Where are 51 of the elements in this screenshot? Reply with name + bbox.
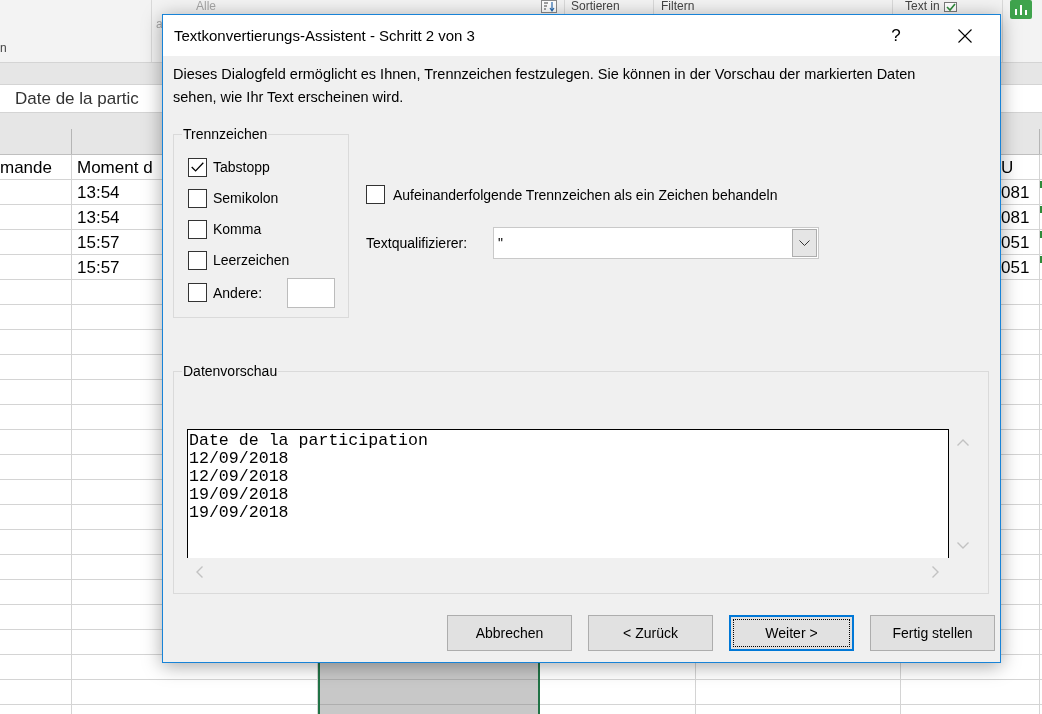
checkbox-label[interactable]: Leerzeichen: [213, 252, 290, 268]
description-text: Dieses Dialogfeld ermöglicht es Ihnen, Trennzeichen festzulegen. Sie können in der Vorschau der markierten Daten sehen, wie Ihr Text erscheinen wird.: [173, 65, 917, 107]
checkbox-label[interactable]: Andere:: [213, 284, 263, 301]
cell-value: 051: [1001, 257, 1030, 278]
checkbox[interactable]: [188, 219, 207, 239]
group-caption: n: [0, 42, 7, 55]
checkbox-label[interactable]: Aufeinanderfolgende Trennzeichen als ein Zeichen behandeln: [393, 186, 778, 203]
preview-line: 19/09/2018: [189, 486, 289, 504]
window-title: Textkonvertierungs-Assistent - Schritt 2 von 3: [174, 27, 475, 44]
qualifier-dropdown[interactable]: ": [493, 226, 819, 259]
checkbox-label[interactable]: Semikolon: [213, 190, 279, 206]
sort-icon[interactable]: [541, 0, 557, 13]
tick-box-icon[interactable]: [943, 1, 957, 12]
cell-value: 051: [1001, 232, 1030, 253]
bar-chart-icon[interactable]: [1010, 0, 1032, 19]
cell-value: 13:54: [77, 207, 120, 228]
cell-value: 15:57: [77, 257, 120, 278]
checkbox[interactable]: [188, 283, 207, 302]
checkbox-label[interactable]: Tabstopp: [213, 159, 270, 175]
column-heading: mande: [0, 157, 52, 178]
column-heading: Moment d: [77, 157, 153, 178]
finish-button[interactable]: Fertig stellen: [870, 615, 995, 651]
close-icon: [958, 28, 972, 43]
dropdown-button[interactable]: [792, 228, 817, 257]
field-label: Textqualifizierer:: [366, 234, 468, 251]
cancel-button[interactable]: Abbrechen: [447, 615, 572, 651]
back-button[interactable]: < Zurück: [588, 615, 713, 651]
preview-line: 12/09/2018: [189, 468, 289, 486]
checkbox[interactable]: [188, 157, 207, 177]
preview-line: Date de la participation: [189, 432, 428, 450]
column-heading: U: [1001, 157, 1014, 178]
next-button[interactable]: Weiter >: [729, 615, 854, 651]
chevron-down-icon: [799, 239, 810, 246]
checkbox[interactable]: [188, 188, 207, 208]
cell-value: 13:54: [77, 182, 120, 203]
ribbon-command[interactable]: Sortieren: [571, 0, 620, 13]
checkbox[interactable]: [366, 185, 385, 204]
group-title: Trennzeichen: [182, 126, 269, 142]
dropdown-value: ": [498, 234, 503, 251]
cell-value: 081: [1001, 207, 1030, 228]
cell-value: 15:57: [77, 232, 120, 253]
input-field[interactable]: [287, 277, 335, 308]
preview-line: 19/09/2018: [189, 504, 289, 522]
checkmark-icon: [191, 162, 204, 172]
checkbox-label[interactable]: Komma: [213, 221, 262, 237]
checkbox[interactable]: [188, 250, 207, 270]
group-title: Datenvorschau: [182, 363, 279, 379]
cell-value: 081: [1001, 182, 1030, 203]
ribbon-command[interactable]: Filtern: [661, 0, 695, 13]
preview-line: 12/09/2018: [189, 450, 289, 468]
ribbon-command[interactable]: Text in: [905, 0, 940, 13]
